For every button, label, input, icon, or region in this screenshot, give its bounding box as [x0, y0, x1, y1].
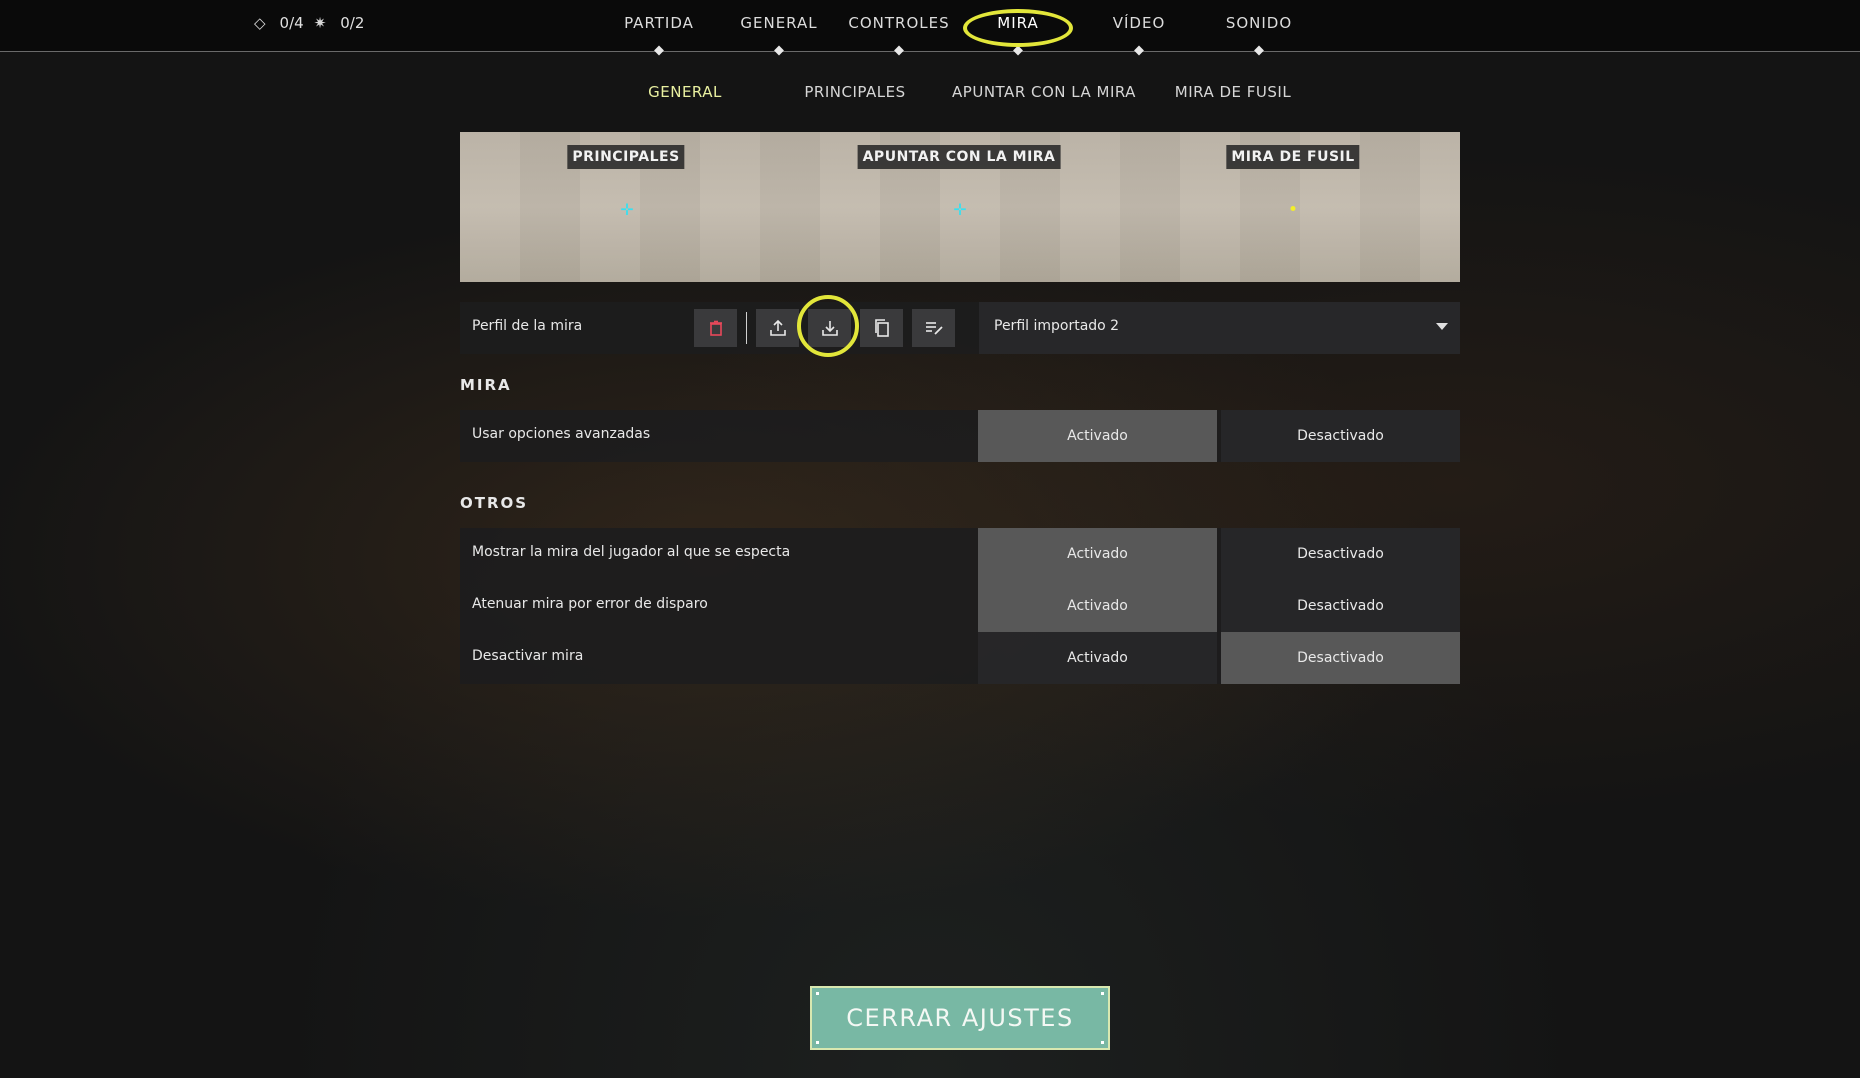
corner-mark [1101, 1041, 1104, 1044]
crosshair-icon: ✛ [620, 200, 634, 219]
setting-row-spectate: Mostrar la mira del jugador al que se es… [460, 528, 1460, 580]
tab-sonido[interactable]: SONIDO [1199, 14, 1319, 32]
option-off-button[interactable]: Desactivado [1221, 528, 1460, 580]
option-off-button[interactable]: Desactivado [1221, 410, 1460, 462]
subtab-apuntar[interactable]: APUNTAR CON LA MIRA [952, 83, 1136, 101]
chevron-down-icon [1436, 323, 1448, 330]
diamond-icon: ◇ [254, 14, 266, 32]
corner-mark [816, 992, 819, 995]
copy-icon [874, 319, 889, 337]
profile-row: Perfil de la mira Perfil importado 2 [460, 302, 1460, 354]
trash-icon [709, 320, 722, 336]
sniper-dot-icon [1290, 206, 1296, 211]
preview-label-fusil: MIRA DE FUSIL [1226, 145, 1360, 169]
copy-profile-button[interactable] [860, 309, 903, 347]
counter-a: 0/4 [279, 14, 304, 32]
top-nav-bar: ◇ 0/4 ✷ 0/2 PARTIDA GENERAL CONTROLES MI… [0, 0, 1860, 56]
counter-b: 0/2 [340, 14, 365, 32]
tab-indicator [1134, 45, 1144, 56]
corner-mark [816, 1041, 819, 1044]
rename-profile-button[interactable] [912, 309, 955, 347]
tab-video[interactable]: VÍDEO [1079, 14, 1199, 32]
profile-dropdown-value: Perfil importado 2 [994, 318, 1120, 334]
option-on-button[interactable]: Activado [978, 528, 1217, 580]
setting-row-fade: Atenuar mira por error de disparo Activa… [460, 580, 1460, 632]
option-on-button[interactable]: Activado [978, 580, 1217, 632]
option-on-button[interactable]: Activado [978, 410, 1217, 462]
match-counters: ◇ 0/4 ✷ 0/2 [254, 14, 364, 32]
preview-label-principales: PRINCIPALES [567, 145, 685, 169]
tab-indicator [774, 45, 784, 56]
close-settings-label: CERRAR AJUSTES [846, 1004, 1074, 1032]
crosshair-icon: ✛ [953, 200, 967, 219]
tab-partida[interactable]: PARTIDA [599, 14, 719, 32]
setting-label: Mostrar la mira del jugador al que se es… [472, 544, 791, 560]
preview-label-apuntar: APUNTAR CON LA MIRA [857, 145, 1061, 169]
tab-indicator [1254, 45, 1264, 56]
section-mira-heading: MIRA [460, 376, 512, 394]
tab-controles[interactable]: CONTROLES [839, 14, 959, 32]
close-settings-button[interactable]: CERRAR AJUSTES [810, 986, 1110, 1050]
setting-row-advanced: Usar opciones avanzadas Activado Desacti… [460, 410, 1460, 462]
option-off-button[interactable]: Desactivado [1221, 580, 1460, 632]
option-on-button[interactable]: Activado [978, 632, 1217, 684]
subtab-general[interactable]: GENERAL [648, 83, 722, 101]
highlight-ring-mira [963, 9, 1073, 47]
tab-general[interactable]: GENERAL [719, 14, 839, 32]
upload-icon [769, 319, 786, 336]
setting-row-disable: Desactivar mira Activado Desactivado [460, 632, 1460, 684]
subtab-principales[interactable]: PRINCIPALES [804, 83, 905, 101]
profile-dropdown[interactable]: Perfil importado 2 [979, 302, 1460, 354]
highlight-ring-import [797, 295, 859, 357]
export-profile-button[interactable] [756, 309, 799, 347]
divider [746, 312, 747, 344]
setting-label: Usar opciones avanzadas [472, 426, 651, 442]
subtab-mira-fusil[interactable]: MIRA DE FUSIL [1175, 83, 1291, 101]
section-otros-heading: OTROS [460, 494, 529, 512]
corner-mark [1101, 992, 1104, 995]
tab-indicator [894, 45, 904, 56]
sun-icon: ✷ [313, 14, 327, 32]
delete-profile-button[interactable] [694, 309, 737, 347]
rename-icon [925, 322, 943, 335]
profile-label: Perfil de la mira [472, 318, 583, 334]
tab-indicator [654, 45, 664, 56]
option-off-button[interactable]: Desactivado [1221, 632, 1460, 684]
crosshair-preview: PRINCIPALES APUNTAR CON LA MIRA MIRA DE … [460, 132, 1460, 282]
tab-indicator [1013, 45, 1023, 56]
setting-label: Atenuar mira por error de disparo [472, 596, 708, 612]
setting-label: Desactivar mira [472, 648, 584, 664]
